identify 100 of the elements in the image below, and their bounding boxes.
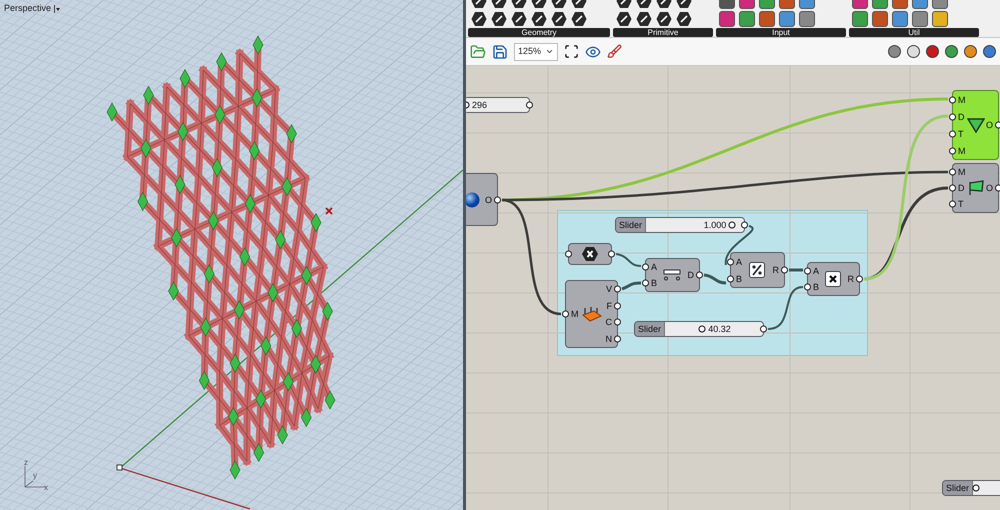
square-icon[interactable] xyxy=(759,11,775,27)
square-icon[interactable] xyxy=(779,11,795,27)
port-grip[interactable] xyxy=(614,302,621,310)
component-node[interactable]: M V F C N xyxy=(565,280,618,348)
hexagon-icon[interactable] xyxy=(471,11,487,27)
slider-knob[interactable] xyxy=(972,484,980,492)
hexagon-icon[interactable] xyxy=(636,11,652,27)
hexagon-icon[interactable] xyxy=(511,11,527,27)
port-grip[interactable] xyxy=(995,122,1000,128)
square-icon[interactable] xyxy=(872,11,888,27)
port-grip[interactable] xyxy=(949,168,956,176)
hexagon-icon[interactable] xyxy=(571,11,587,27)
hexagon-icon[interactable] xyxy=(656,11,672,27)
port-label: O xyxy=(484,194,492,204)
slider-knob[interactable] xyxy=(698,326,706,332)
wire xyxy=(789,268,803,272)
component-node[interactable] xyxy=(568,243,612,265)
component-node[interactable]: A B D xyxy=(645,258,700,292)
hexagon-icon[interactable] xyxy=(551,11,567,27)
port-grip[interactable] xyxy=(995,184,1000,192)
port-grip[interactable] xyxy=(781,266,788,274)
component-node[interactable]: A B R xyxy=(730,252,785,288)
slider-value: 296 xyxy=(472,99,488,112)
slider-value: 40.32 xyxy=(708,323,731,336)
slider-label: Slider xyxy=(616,218,646,232)
port-label: M xyxy=(571,309,578,319)
port-grip[interactable] xyxy=(614,335,621,342)
port-grip[interactable] xyxy=(949,113,956,120)
square-icon[interactable] xyxy=(912,11,928,27)
port-grip[interactable] xyxy=(526,102,533,108)
slider-track[interactable]: 40.32 xyxy=(664,322,763,336)
square-icon[interactable] xyxy=(719,11,735,27)
port-grip[interactable] xyxy=(614,318,621,326)
hexagon-icon[interactable] xyxy=(616,11,632,27)
slider-track[interactable]: 296 xyxy=(466,98,529,112)
component-node[interactable]: M D T M O xyxy=(952,90,999,160)
component-node[interactable]: M D T O xyxy=(952,163,999,213)
port-label: M xyxy=(958,146,966,156)
zoom-extents-icon[interactable] xyxy=(564,44,579,59)
number-slider[interactable]: Slider 1.000 xyxy=(615,217,745,233)
port-grip[interactable] xyxy=(614,286,621,293)
ribbon-group-label[interactable]: Util xyxy=(849,28,979,37)
ribbon-group-label[interactable]: Input xyxy=(716,28,846,37)
origin-marker xyxy=(116,464,122,470)
port-grip[interactable] xyxy=(562,310,569,318)
square-icon[interactable] xyxy=(852,11,868,27)
port-grip[interactable] xyxy=(727,258,734,265)
port-grip[interactable] xyxy=(642,280,649,286)
hexagon-icon[interactable] xyxy=(676,11,692,27)
port-grip[interactable] xyxy=(565,250,572,258)
port-grip[interactable] xyxy=(804,284,811,290)
square-icon[interactable] xyxy=(799,11,815,27)
port-grip[interactable] xyxy=(608,250,615,258)
square-icon[interactable] xyxy=(739,11,755,27)
port-grip[interactable] xyxy=(696,272,703,278)
slider-track[interactable]: 1.000 xyxy=(645,218,744,232)
hexagon-icon xyxy=(581,246,599,262)
slider-knob[interactable] xyxy=(728,222,736,228)
save-icon[interactable] xyxy=(492,44,508,60)
port-grip[interactable] xyxy=(949,130,956,137)
port-label: O xyxy=(986,120,993,130)
port-label: T xyxy=(958,128,964,138)
square-icon[interactable] xyxy=(892,11,908,27)
port-grip[interactable] xyxy=(949,200,956,208)
axis-label: x xyxy=(44,483,48,492)
port-label: A xyxy=(651,262,658,272)
caret-icon[interactable] xyxy=(545,47,554,56)
port-grip[interactable] xyxy=(856,276,863,282)
port-label: D xyxy=(958,112,964,122)
number-slider[interactable]: Slider 40.32 xyxy=(634,321,764,337)
triangle-icon xyxy=(966,117,985,133)
component-node[interactable]: A B R xyxy=(807,262,860,296)
port-grip[interactable] xyxy=(804,268,811,274)
square-icon[interactable] xyxy=(932,11,948,27)
hexagon-icon[interactable] xyxy=(491,11,507,27)
ribbon-group-label[interactable]: Geometry xyxy=(468,28,610,37)
port-grip[interactable] xyxy=(949,147,956,154)
caret-icon[interactable] xyxy=(54,4,60,13)
number-slider[interactable]: Slider xyxy=(942,480,1000,496)
port-grip[interactable] xyxy=(494,196,501,203)
port-grip[interactable] xyxy=(642,264,649,270)
slider-label: Slider xyxy=(635,322,664,336)
hexagon-icon[interactable] xyxy=(531,11,547,27)
folder-icon[interactable] xyxy=(470,44,486,60)
eye-icon[interactable] xyxy=(585,44,601,60)
port-grip[interactable] xyxy=(949,184,956,192)
brush-icon[interactable] xyxy=(607,44,622,59)
port-grip[interactable] xyxy=(949,96,956,103)
port-label: A xyxy=(813,266,820,276)
divide-icon xyxy=(749,262,766,278)
ribbon-group-label[interactable]: Primitive xyxy=(613,28,713,37)
port-label: O xyxy=(986,183,993,193)
zoom-select[interactable]: 125% xyxy=(514,42,558,60)
port-grip[interactable] xyxy=(727,275,734,282)
port-label: D xyxy=(958,183,964,193)
cross-marker xyxy=(325,207,333,215)
component-node[interactable]: O xyxy=(466,173,498,226)
viewport-title[interactable]: Perspective xyxy=(4,2,52,16)
port-label: D xyxy=(688,270,694,280)
slider-label: Slider xyxy=(943,481,972,495)
